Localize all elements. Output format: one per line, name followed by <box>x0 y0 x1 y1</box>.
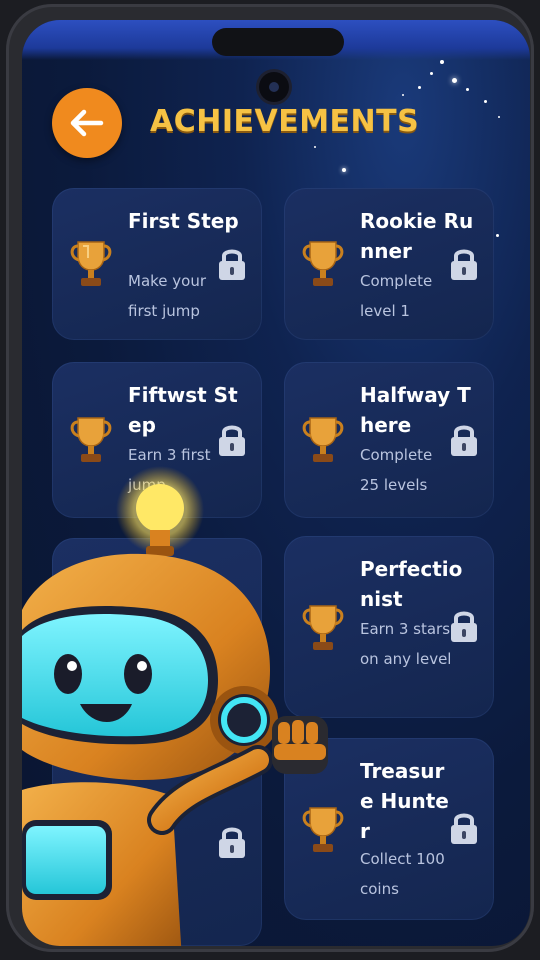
achievement-card[interactable]: Rookie Runner Complete level 1 <box>284 188 494 340</box>
achievement-desc: Complete 25 levels <box>360 446 433 494</box>
achievement-name: First Step <box>128 209 239 233</box>
achievement-desc: Earn 3 stars on any level <box>360 620 452 668</box>
achievement-name: Perfectionist <box>360 557 463 611</box>
arrow-left-icon <box>70 109 104 137</box>
front-camera <box>259 72 289 102</box>
achievement-desc: Make your first jump <box>128 272 207 320</box>
trophy-icon <box>70 241 112 286</box>
lock-icon <box>219 249 245 280</box>
lock-icon <box>451 425 477 456</box>
achievement-desc: Complete level 1 <box>360 272 433 320</box>
trophy-icon <box>302 417 344 462</box>
lock-icon <box>451 611 477 642</box>
trophy-icon <box>70 417 112 462</box>
achievement-name: Treasure Hunter <box>360 759 449 843</box>
page-title: ACHIEVEMENTS <box>150 104 420 139</box>
trophy-icon <box>302 241 344 286</box>
lock-icon <box>451 813 477 844</box>
back-button[interactable] <box>52 88 122 158</box>
phone-frame: ACHIEVEMENTS First Step Make your first … <box>6 4 534 952</box>
lock-icon <box>451 249 477 280</box>
achievement-desc: Collect 100 coins <box>360 850 445 898</box>
screen: ACHIEVEMENTS First Step Make your first … <box>22 20 530 946</box>
notch <box>212 28 344 56</box>
robot-mascot-icon <box>22 466 328 946</box>
achievement-card[interactable]: First Step Make your first jump <box>52 188 262 340</box>
lock-icon <box>219 425 245 456</box>
